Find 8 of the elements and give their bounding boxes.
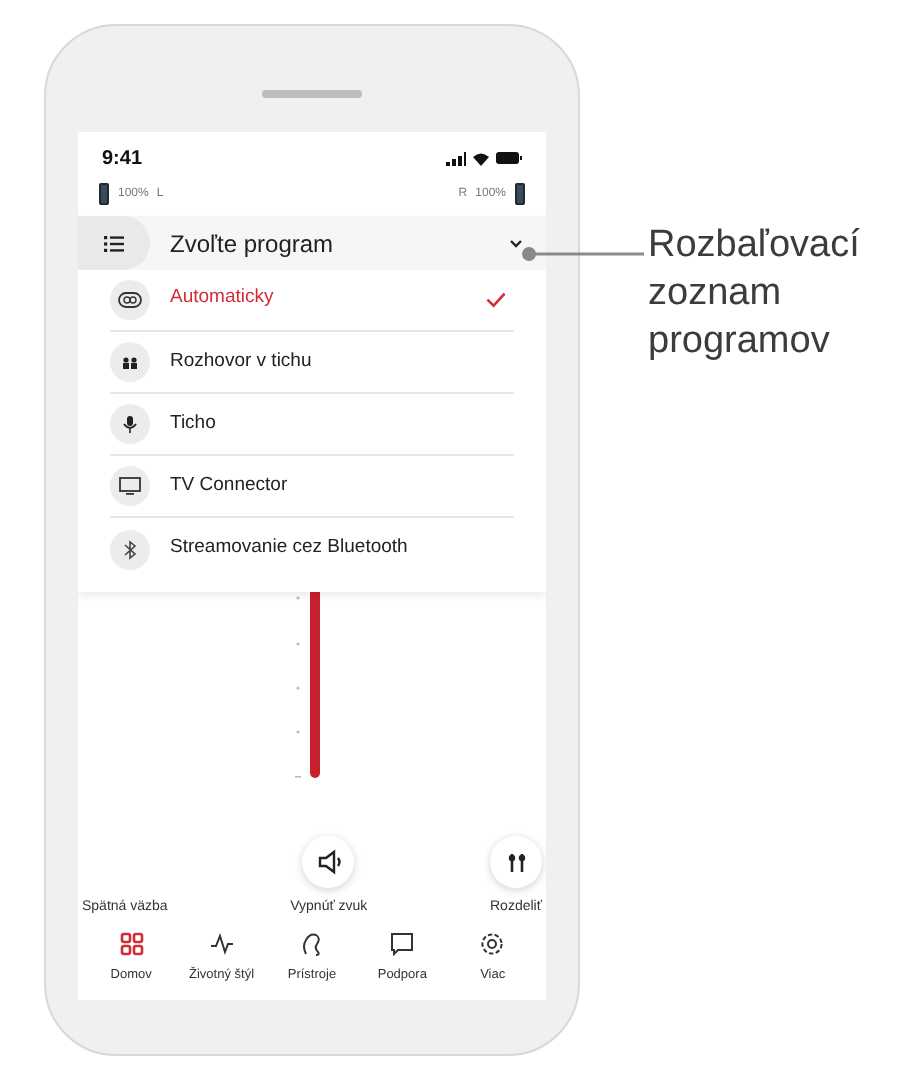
program-item[interactable]: Ticho <box>110 394 514 456</box>
status-time: 9:41 <box>102 145 143 173</box>
callout-text: Rozbaľovací zoznam programov <box>648 222 862 366</box>
program-dropdown[interactable]: Zvoľte program <box>78 216 546 270</box>
program-item[interactable]: Streamovanie cez Bluetooth <box>110 518 514 580</box>
program-item[interactable]: Automaticky <box>110 270 514 332</box>
program-item[interactable]: TV Connector <box>110 456 514 518</box>
program-item[interactable]: Rozhovor v tichu <box>110 332 514 394</box>
